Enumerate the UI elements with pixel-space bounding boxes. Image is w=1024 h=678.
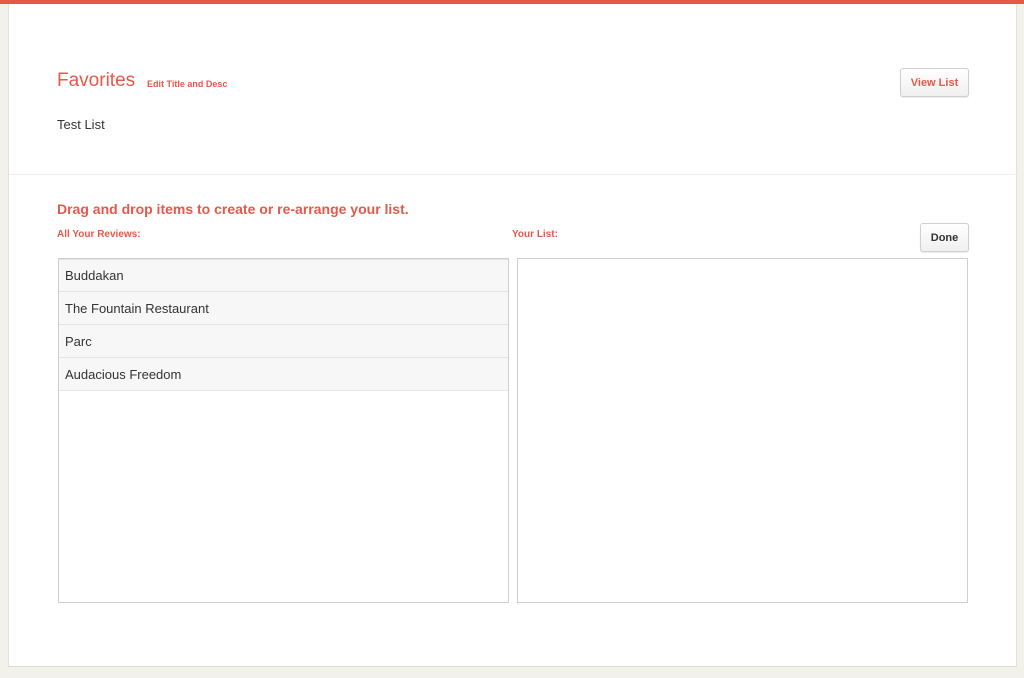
review-item[interactable]: The Fountain Restaurant bbox=[59, 292, 508, 325]
drag-instructions: Drag and drop items to create or re-arra… bbox=[57, 201, 409, 217]
your-list-label: Your List: bbox=[512, 229, 558, 240]
review-item[interactable]: Buddakan bbox=[59, 259, 508, 292]
your-list-dropzone[interactable] bbox=[517, 258, 968, 603]
done-button[interactable]: Done bbox=[920, 223, 969, 252]
view-list-button[interactable]: View List bbox=[900, 68, 969, 97]
review-item[interactable]: Parc bbox=[59, 325, 508, 358]
all-reviews-list[interactable]: Buddakan The Fountain Restaurant Parc Au… bbox=[58, 258, 509, 603]
section-divider bbox=[9, 174, 1018, 175]
edit-title-link[interactable]: Edit Title and Desc bbox=[147, 79, 227, 89]
list-title: Favorites bbox=[57, 70, 136, 91]
review-item[interactable]: Audacious Freedom bbox=[59, 358, 508, 391]
list-description: Test List bbox=[57, 117, 105, 132]
all-reviews-label: All Your Reviews: bbox=[57, 229, 141, 240]
list-editor-panel: Favorites Edit Title and Desc Test List … bbox=[8, 4, 1018, 667]
